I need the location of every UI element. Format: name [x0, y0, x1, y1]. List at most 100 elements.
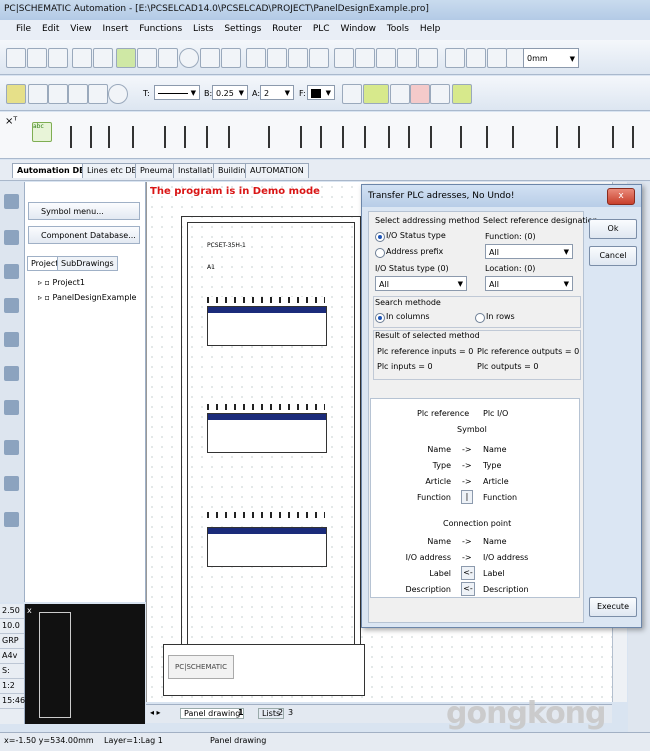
map-conn-arrow-io[interactable]: -> [462, 553, 472, 562]
menu-tools[interactable]: Tools [387, 24, 409, 34]
network-icon[interactable] [4, 512, 19, 527]
menu-plc[interactable]: PLC [313, 24, 330, 34]
coil-icon[interactable] [108, 126, 124, 148]
menu-insert[interactable]: Insert [102, 24, 128, 34]
book-icon[interactable] [4, 230, 19, 245]
line-icon[interactable] [158, 48, 178, 68]
text-icon[interactable] [200, 48, 220, 68]
rotate-icon[interactable] [355, 48, 375, 68]
mirror-icon[interactable] [334, 48, 354, 68]
radio-address-prefix[interactable] [375, 248, 385, 258]
bracket-icon[interactable] [68, 84, 88, 104]
print-icon[interactable] [72, 48, 92, 68]
detector-icon[interactable] [578, 126, 594, 148]
nc-contact-icon[interactable] [184, 126, 200, 148]
pencil-icon[interactable] [221, 48, 241, 68]
menu-file[interactable]: File [16, 24, 31, 34]
sheet-tab-panel[interactable]: Panel drawing [180, 708, 245, 719]
circle-icon[interactable] [179, 48, 199, 68]
map-sym-arrow-type[interactable]: -> [462, 461, 472, 470]
map-conn-arrow-name[interactable]: -> [462, 537, 472, 546]
location-select[interactable]: All ▼ [485, 276, 573, 291]
io-status-type-select[interactable]: All ▼ [375, 276, 467, 291]
menu-edit[interactable]: Edit [42, 24, 59, 34]
menu-view[interactable]: View [70, 24, 91, 34]
map-sym-arrow-name[interactable]: -> [462, 445, 472, 454]
close-icon[interactable]: x [607, 188, 635, 205]
tab-subdrawings[interactable]: SubDrawings [57, 256, 118, 271]
sheet-nav-icon[interactable]: ◂ ▸ [150, 708, 161, 717]
auto-icon[interactable] [452, 84, 472, 104]
menu-window[interactable]: Window [340, 24, 376, 34]
angle-select[interactable]: 2 ▼ [260, 85, 294, 100]
delete-icon[interactable] [288, 48, 308, 68]
open-icon[interactable] [27, 48, 47, 68]
stretch-icon[interactable] [376, 48, 396, 68]
move-icon[interactable] [309, 48, 329, 68]
zoom-select[interactable]: 0mm ▼ [523, 48, 579, 68]
line-draw-icon[interactable] [6, 84, 26, 104]
pin-icon[interactable] [612, 126, 628, 148]
diode-icon[interactable] [364, 126, 380, 148]
new-icon[interactable] [6, 48, 26, 68]
map-conn-arrow-description[interactable]: <- [461, 582, 475, 596]
tree-item-project1[interactable]: ▹ ▫ Project1 [38, 278, 85, 287]
component-database-button[interactable]: Component Database... [28, 226, 140, 244]
multi-contact-icon[interactable] [132, 126, 148, 148]
cabinet-icon[interactable] [512, 126, 528, 148]
corner-icon[interactable] [48, 84, 68, 104]
pointer-icon[interactable]: ×ᵀ [5, 116, 17, 127]
radio-io-status[interactable] [375, 232, 385, 242]
plot-icon[interactable] [93, 48, 113, 68]
socket-icon[interactable] [632, 126, 648, 148]
fuse-icon[interactable] [228, 126, 244, 148]
line-type-select[interactable]: ▼ [154, 85, 200, 100]
area-icon[interactable] [246, 48, 266, 68]
line-width-select[interactable]: 0.25 ▼ [212, 85, 248, 100]
note-icon[interactable] [4, 400, 19, 415]
fill-select[interactable]: ▼ [307, 85, 335, 100]
zoom-icon[interactable] [397, 48, 417, 68]
tree-icon[interactable] [4, 264, 19, 279]
ok-button[interactable]: Ok [589, 219, 637, 239]
hand-icon[interactable] [4, 332, 19, 347]
motor-icon[interactable] [90, 126, 106, 148]
list-icon[interactable] [466, 48, 486, 68]
terminal-icon[interactable] [268, 126, 284, 148]
overview-preview[interactable]: x [25, 604, 145, 724]
close-preview-icon[interactable]: x [27, 606, 32, 615]
menu-lists[interactable]: Lists [193, 24, 213, 34]
relay-icon[interactable] [320, 126, 336, 148]
radio-in-columns[interactable] [375, 313, 385, 323]
cancel-button[interactable]: Cancel [589, 246, 637, 266]
map-sym-arrow-function[interactable]: | [461, 490, 473, 504]
rail-icon[interactable] [300, 126, 316, 148]
wire-icon[interactable] [430, 84, 450, 104]
magnet-icon[interactable] [4, 476, 19, 491]
undo-icon[interactable] [418, 48, 438, 68]
radio-in-rows[interactable] [475, 313, 485, 323]
resistor-icon[interactable] [342, 126, 358, 148]
sheet-tab-3[interactable]: 3 [288, 708, 293, 717]
map-conn-arrow-label[interactable]: <- [461, 566, 475, 580]
drawing-icon[interactable] [4, 194, 19, 209]
execute-button[interactable]: Execute [589, 597, 637, 617]
meter-icon[interactable] [408, 126, 424, 148]
tab-automation[interactable]: AUTOMATION [245, 163, 309, 178]
sheet-tab-1[interactable]: 1 [238, 708, 244, 717]
tree-item-paneldesign[interactable]: ▹ ▫ PanelDesignExample [38, 293, 136, 302]
sensor-icon[interactable] [556, 126, 572, 148]
sheet-tab-2[interactable]: 2 [278, 708, 283, 717]
rect-icon[interactable] [88, 84, 108, 104]
lamp-icon[interactable] [388, 126, 404, 148]
layer-icon[interactable] [4, 366, 19, 381]
breaker-icon[interactable] [206, 126, 222, 148]
equal-icon[interactable] [342, 84, 362, 104]
dxf-icon[interactable] [487, 48, 507, 68]
plug-icon[interactable] [430, 126, 446, 148]
contact-icon[interactable] [70, 126, 86, 148]
symbol-menu-button[interactable]: Symbol menu... [28, 202, 140, 220]
tee-icon[interactable] [390, 84, 410, 104]
switch-icon[interactable] [164, 126, 180, 148]
menu-settings[interactable]: Settings [224, 24, 261, 34]
